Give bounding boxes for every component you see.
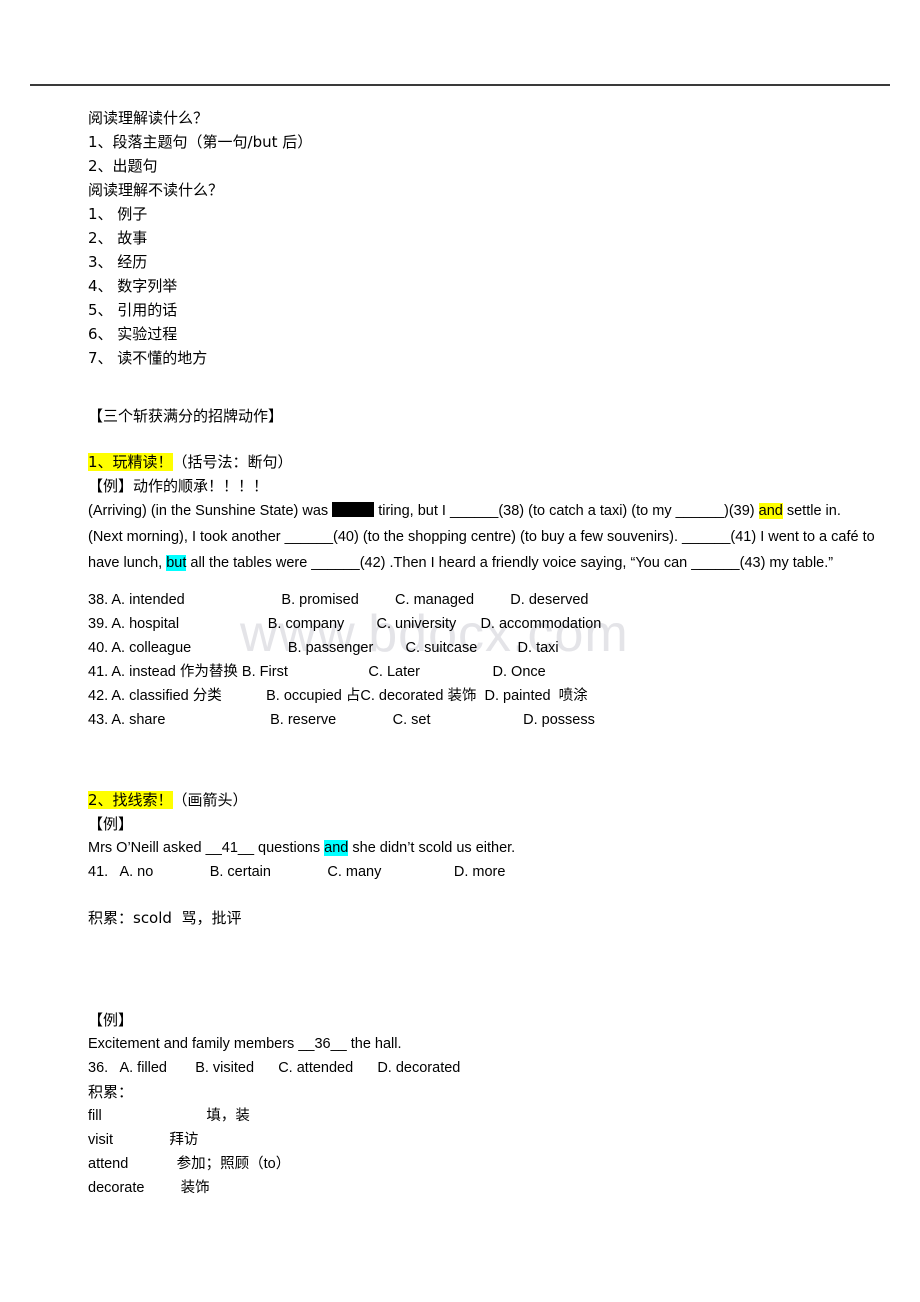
main-heading: 【三个斩获满分的招牌动作】	[88, 407, 284, 425]
passage-part-1: (Arriving) (in the Sunshine State) was	[88, 503, 333, 519]
section2-paren-note: （画箭头）	[172, 791, 248, 809]
reading-question-2: 阅读理解不读什么？	[88, 181, 224, 199]
passage-part-4: all the tables were ______(42) .Then I h…	[186, 555, 834, 571]
section1-example-label: 【例】动作的顺承！！！！	[88, 477, 269, 495]
reading-question-1: 阅读理解读什么？	[88, 109, 209, 127]
skip-item-6: 6、 实验过程	[88, 325, 178, 343]
section1-cloze-passage: (Arriving) (in the Sunshine State) was t…	[88, 498, 878, 576]
passage-part-2: tiring, but I ______(38) (to catch a tax…	[374, 503, 759, 519]
vocab-row-fill: fill 填，装	[88, 1108, 250, 1124]
skip-item-4: 4、 数字列举	[88, 277, 178, 295]
skip-item-2: 2、 故事	[88, 229, 148, 247]
reading-item-2: 2、出题句	[88, 157, 158, 175]
option-row-41: 41. A. instead 作为替换 B. First C. Later D.…	[88, 664, 546, 680]
document-body: 阅读理解读什么？ 1、段落主题句（第一句/but 后） 2、出题句 阅读理解不读…	[88, 106, 888, 1200]
section2-sentence: Mrs O’Neill asked __41__ questions and s…	[88, 836, 888, 860]
document-page: www.bdocx.com 阅读理解读什么？ 1、段落主题句（第一句/but 后…	[0, 0, 920, 1302]
section3-note-label: 积累：	[88, 1083, 134, 1101]
section1-number-label: 1、玩精读！	[88, 453, 173, 471]
skip-item-1: 1、 例子	[88, 205, 148, 223]
skip-item-5: 5、 引用的话	[88, 301, 178, 319]
option-row-40: 40. A. colleague B. passenger C. suitcas…	[88, 640, 559, 656]
section1-paren-note: （括号法：断句）	[172, 453, 293, 471]
section3-example-label: 【例】	[88, 1011, 134, 1029]
option-row-39: 39. A. hospital B. company C. university…	[88, 616, 602, 632]
section2-vocab-note: 积累：scold 骂，批评	[88, 909, 242, 927]
section2-option-row-41: 41. A. no B. certain C. many D. more	[88, 864, 506, 880]
option-row-43: 43. A. share B. reserve C. set D. posses…	[88, 712, 595, 728]
vocab-row-visit: visit 拜访	[88, 1132, 199, 1148]
skip-item-3: 3、 经历	[88, 253, 148, 271]
option-row-42: 42. A. classified 分类 B. occupied 占C. dec…	[88, 688, 588, 704]
highlight-and: and	[758, 503, 783, 519]
section3-sentence: Excitement and family members __36__ the…	[88, 1036, 402, 1052]
section3-option-row-36: 36. A. filled B. visited C. attended D. …	[88, 1060, 461, 1076]
section2-number-label: 2、找线索！	[88, 791, 173, 809]
section2-example-label: 【例】	[88, 815, 134, 833]
highlight-and-2: and	[324, 840, 349, 856]
section2-heading: 2、找线索！（画箭头）	[88, 788, 888, 812]
redaction-box	[332, 502, 375, 517]
section2-sentence-before: Mrs O’Neill asked __41__ questions	[88, 840, 325, 856]
option-row-38: 38. A. intended B. promised C. managed D…	[88, 592, 589, 608]
header-divider-rule	[30, 84, 890, 86]
highlight-but: but	[166, 555, 187, 571]
section1-heading: 1、玩精读！（括号法：断句）	[88, 450, 888, 474]
skip-item-7: 7、 读不懂的地方	[88, 349, 208, 367]
reading-item-1: 1、段落主题句（第一句/but 后）	[88, 133, 313, 151]
vocab-row-attend: attend 参加；照顾（to）	[88, 1156, 291, 1172]
vocab-row-decorate: decorate 装饰	[88, 1180, 210, 1196]
section2-sentence-after: she didn’t scold us either.	[348, 840, 516, 856]
